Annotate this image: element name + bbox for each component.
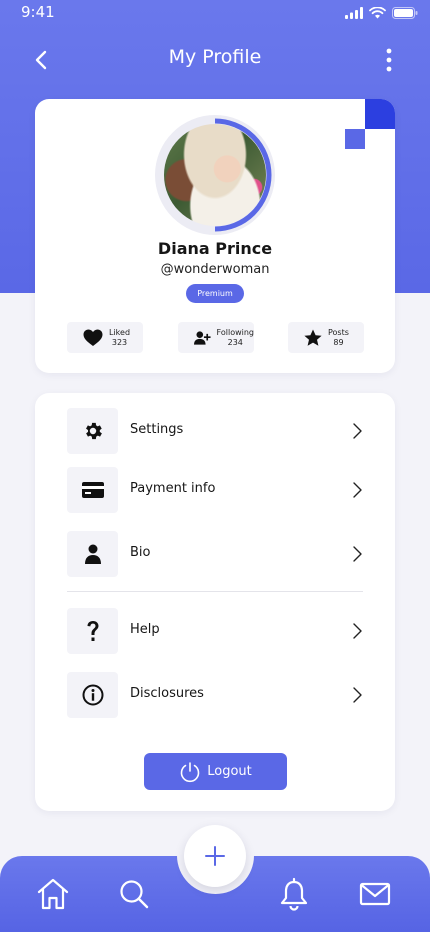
menu-icon-box: [67, 467, 118, 513]
stat-label: Liked: [109, 327, 131, 337]
menu-item-label: Payment info: [130, 481, 216, 496]
avatar[interactable]: [164, 124, 266, 226]
status-icons: [345, 7, 418, 19]
wifi-icon: [369, 7, 386, 19]
info-icon: [82, 684, 103, 706]
more-options-button[interactable]: [382, 48, 396, 72]
stat-label: Posts: [328, 327, 349, 337]
gear-icon: [85, 422, 102, 440]
profile-handle: @wonderwoman: [160, 262, 270, 277]
menu-item-label: Settings: [130, 422, 184, 437]
star-icon: [304, 329, 322, 346]
question-icon: [87, 621, 98, 641]
menu-item-label: Disclosures: [130, 686, 204, 701]
menu-item-settings[interactable]: Settings: [67, 408, 367, 454]
profile-name: Diana Prince: [157, 239, 273, 258]
stat-liked[interactable]: Liked 323: [67, 322, 143, 353]
add-button[interactable]: [184, 825, 246, 887]
nav-search[interactable]: [117, 877, 151, 911]
menu-item-label: Bio: [130, 545, 151, 560]
menu-card: Settings Payment info Bio Help Disclosur…: [35, 393, 395, 811]
menu-item-label: Help: [130, 622, 160, 637]
menu-icon-box: [67, 608, 118, 654]
logout-label: Logout: [207, 764, 252, 779]
menu-item-help[interactable]: Help: [67, 608, 367, 654]
chevron-right-icon: [353, 623, 362, 639]
chevron-right-icon: [353, 546, 362, 562]
nav-notifications[interactable]: [277, 877, 311, 911]
page-title: My Profile: [168, 46, 262, 68]
battery-icon: [392, 7, 418, 19]
decoration-square: [345, 129, 365, 149]
menu-icon-box: [67, 531, 118, 577]
menu-item-payment-info[interactable]: Payment info: [67, 467, 367, 513]
signal-icon: [345, 7, 363, 19]
decoration-square: [365, 99, 395, 129]
status-time: 9:41: [21, 3, 55, 21]
logout-button[interactable]: Logout: [144, 753, 287, 790]
chevron-right-icon: [353, 423, 362, 439]
stat-posts[interactable]: Posts 89: [288, 322, 364, 353]
power-icon: [180, 761, 200, 782]
nav-messages[interactable]: [358, 877, 392, 911]
chevron-right-icon: [353, 482, 362, 498]
stat-value: 89: [333, 337, 344, 347]
avatar-ring: [155, 115, 275, 235]
mail-icon: [359, 882, 391, 906]
premium-badge: Premium: [186, 284, 244, 303]
menu-icon-box: [67, 408, 118, 454]
chevron-right-icon: [353, 687, 362, 703]
menu-icon-box: [67, 672, 118, 718]
menu-item-bio[interactable]: Bio: [67, 531, 367, 577]
divider: [67, 591, 363, 592]
home-icon: [37, 878, 69, 910]
plus-icon: [205, 846, 225, 866]
stat-value: 234: [227, 337, 243, 347]
search-icon: [120, 880, 149, 909]
person-icon: [84, 544, 101, 564]
stat-value: 323: [111, 337, 128, 347]
add-user-icon: [194, 330, 211, 345]
profile-card: Diana Prince @wonderwoman Premium Liked …: [35, 99, 395, 373]
stat-following[interactable]: Following 234: [178, 322, 254, 353]
heart-icon: [83, 329, 103, 346]
nav-home[interactable]: [36, 877, 70, 911]
bell-icon: [280, 877, 308, 911]
more-vertical-icon: [386, 48, 392, 72]
stat-label: Following: [216, 327, 254, 337]
status-bar: 9:41: [0, 0, 430, 26]
menu-item-disclosures[interactable]: Disclosures: [67, 672, 367, 718]
credit-card-icon: [81, 482, 104, 498]
